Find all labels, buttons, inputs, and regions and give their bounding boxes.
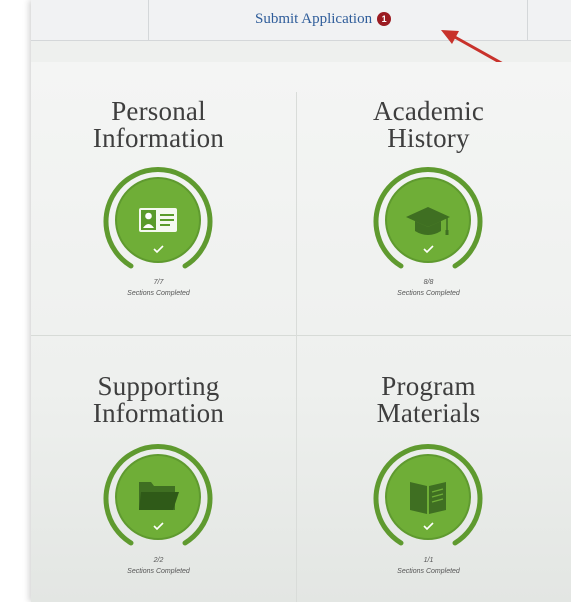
tile-title-line1: Supporting <box>97 371 220 401</box>
tile-supporting-information[interactable]: Supporting Information 2/2 Sections Comp… <box>31 337 286 595</box>
nav-segment-right[interactable] <box>527 0 571 40</box>
top-navigation-bar: Submit Application 1 <box>31 0 571 41</box>
tile-title-line2: Information <box>92 398 225 428</box>
tile-personal-information[interactable]: Personal Information 7/7 Sections Comple… <box>31 62 286 320</box>
submit-application-link[interactable]: Submit Application 1 <box>255 9 392 29</box>
folder-icon <box>139 482 179 510</box>
sections-count: 8/8 <box>423 279 434 286</box>
tile-title: Supporting Information <box>31 373 286 427</box>
sections-count: 1/1 <box>423 557 434 564</box>
grid-divider-vertical <box>296 92 297 602</box>
grid-divider-horizontal <box>31 335 571 336</box>
progress-ring[interactable] <box>103 442 213 552</box>
alert-badge: 1 <box>377 12 392 26</box>
tile-title-line2: Information <box>92 123 225 153</box>
progress-ring[interactable] <box>373 442 483 552</box>
tile-title: Program Materials <box>301 373 556 427</box>
sections-status: Sections Completed <box>397 290 460 297</box>
sections-grid: Personal Information 7/7 Sections Comple… <box>31 62 571 602</box>
id-card-icon <box>139 208 177 232</box>
progress-ring[interactable] <box>103 165 213 275</box>
submit-application-label[interactable]: Submit Application <box>255 9 372 29</box>
tile-title-line1: Academic <box>372 96 485 126</box>
tile-program-materials[interactable]: Program Materials 1/1 Sections Completed <box>301 337 556 595</box>
sections-status: Sections Completed <box>397 568 460 575</box>
tile-title: Academic History <box>301 98 556 152</box>
sections-status: Sections Completed <box>127 568 190 575</box>
application-panel: Submit Application 1 Personal Informatio… <box>31 0 571 602</box>
progress-ring[interactable] <box>373 165 483 275</box>
nav-segment-left[interactable] <box>31 0 149 40</box>
tile-title-line1: Program <box>381 371 476 401</box>
sections-count: 2/2 <box>153 557 164 564</box>
tile-academic-history[interactable]: Academic History 8/8 Sections Completed <box>301 62 556 320</box>
sections-status: Sections Completed <box>127 290 190 297</box>
tile-title-line1: Personal <box>111 96 206 126</box>
sections-count: 7/7 <box>153 279 164 286</box>
tile-title-line2: Materials <box>376 398 481 428</box>
tile-title: Personal Information <box>31 98 286 152</box>
tile-title-line2: History <box>387 123 470 153</box>
